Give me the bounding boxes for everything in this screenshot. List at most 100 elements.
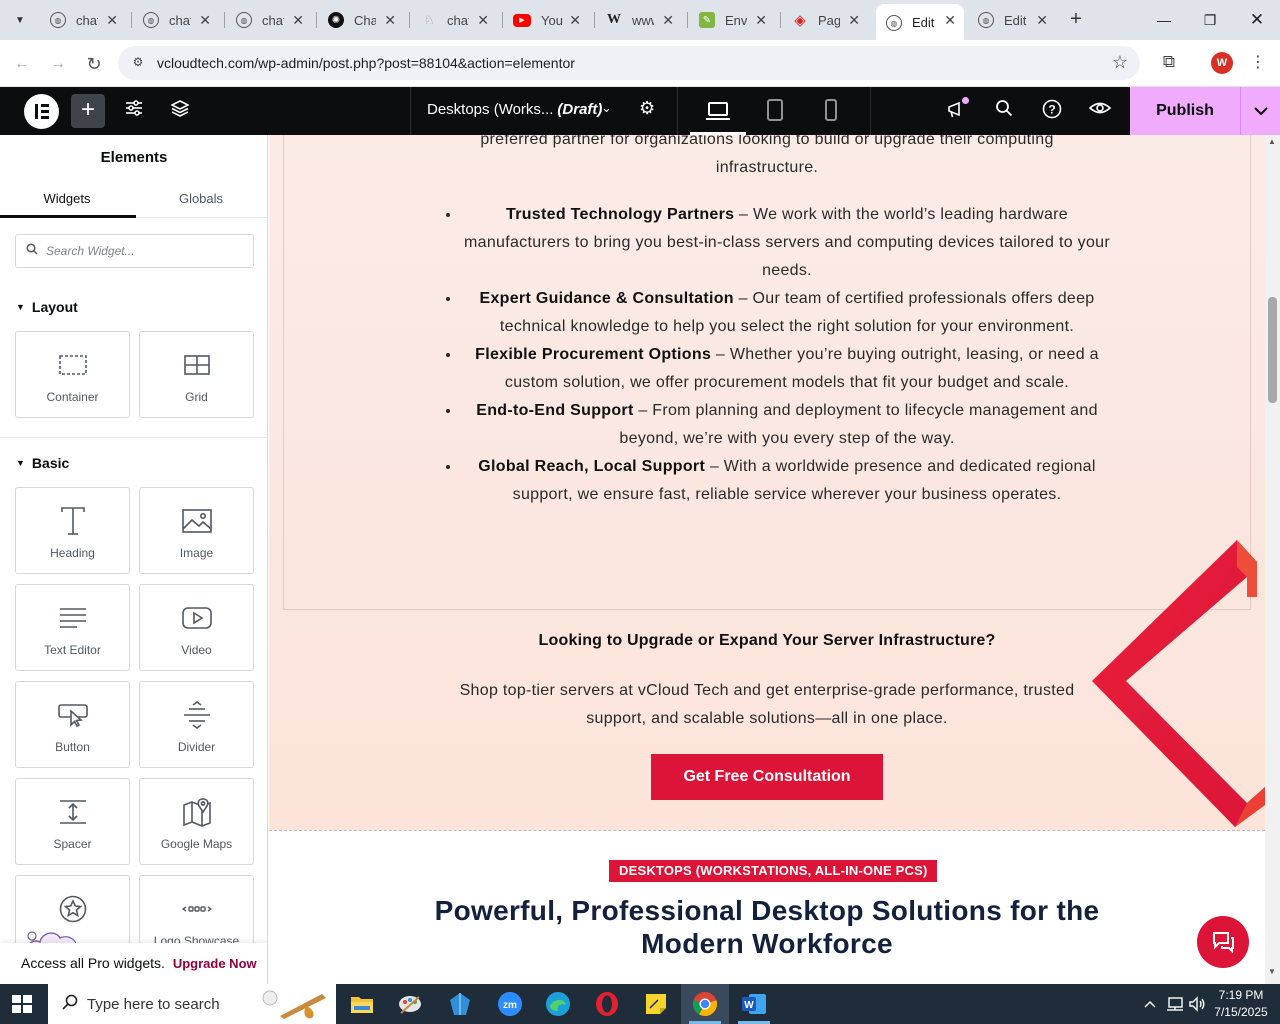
category-layout[interactable]: ▼ Layout [16, 299, 78, 315]
browser-tab[interactable]: ✎ Enva ✕ [689, 6, 775, 34]
widget-text-editor[interactable]: Text Editor [15, 584, 130, 671]
help-icon[interactable]: ? [1040, 99, 1064, 123]
chrome-browser-icon[interactable] [681, 984, 729, 1024]
scroll-up-arrow-icon[interactable]: ▲ [1268, 137, 1276, 146]
preview-eye-icon[interactable] [1088, 99, 1112, 123]
chat-icon [1213, 932, 1234, 954]
restore-icon[interactable]: ❐ [1187, 0, 1233, 40]
profile-avatar[interactable]: W [1211, 52, 1233, 74]
tab-widgets[interactable]: Widgets [0, 191, 134, 206]
publish-options-chevron-icon[interactable] [1240, 87, 1280, 135]
elementor-logo-icon[interactable] [24, 94, 59, 129]
sticky-notes-icon[interactable] [632, 984, 680, 1024]
document-title-dropdown[interactable]: Desktops (Works... (Draft) ⌄ ⚙ [410, 87, 678, 135]
reload-icon[interactable]: ↻ [82, 52, 106, 76]
widget-grid[interactable]: Grid [139, 331, 254, 418]
tablet-view-icon[interactable] [763, 99, 787, 123]
close-tab-icon[interactable]: ✕ [1036, 12, 1048, 29]
page-settings-gear-icon[interactable]: ⚙ [639, 98, 655, 119]
app-diamond-icon[interactable] [436, 984, 484, 1024]
close-tab-icon[interactable]: ✕ [477, 12, 489, 29]
network-icon[interactable] [1164, 984, 1186, 1024]
browser-menu-icon[interactable]: ⋮ [1250, 52, 1266, 74]
close-tab-icon[interactable]: ✕ [199, 12, 211, 29]
bookmark-star-icon[interactable]: ☆ [1112, 52, 1128, 73]
file-explorer-icon[interactable] [338, 984, 386, 1024]
scroll-down-arrow-icon[interactable]: ▼ [1268, 967, 1276, 976]
system-clock[interactable]: 7:19 PM 7/15/2025 [1206, 987, 1276, 1021]
close-tab-icon[interactable]: ✕ [292, 12, 304, 29]
structure-layers-icon[interactable] [168, 99, 192, 123]
volume-speaker-icon[interactable] [1186, 984, 1208, 1024]
browser-tab[interactable]: W www ✕ [596, 6, 682, 34]
widget-image[interactable]: Image [139, 487, 254, 574]
close-tab-icon[interactable]: ✕ [106, 12, 118, 29]
paint-app-icon[interactable] [386, 984, 434, 1024]
minimize-icon[interactable]: — [1141, 0, 1187, 40]
chevron-down-icon[interactable]: ⌄ [601, 100, 612, 116]
browser-tab[interactable]: ◍ Edit ✕ [968, 6, 1056, 34]
chat-bubble-button[interactable] [1197, 916, 1249, 968]
widget-button[interactable]: Button [15, 681, 130, 768]
browser-tab[interactable]: ◍ chat ✕ [226, 6, 312, 34]
close-tab-icon[interactable]: ✕ [755, 12, 767, 29]
search-icon[interactable] [992, 99, 1016, 123]
widget-divider[interactable]: Divider [139, 681, 254, 768]
get-free-consultation-button[interactable]: Get Free Consultation [651, 754, 883, 800]
category-basic[interactable]: ▼ Basic [16, 455, 69, 471]
why-choose-section[interactable]: preferred partner for organizations look… [269, 135, 1265, 831]
scrollbar-thumb[interactable] [1268, 297, 1277, 403]
widget-google-maps[interactable]: Google Maps [139, 778, 254, 865]
close-tab-icon[interactable]: ✕ [569, 12, 581, 29]
widget-video[interactable]: Video [139, 584, 254, 671]
desktops-section[interactable]: DESKTOPS (WORKSTATIONS, ALL-IN-ONE PCS) … [269, 832, 1265, 984]
show-hidden-icons-chevron-icon[interactable] [1140, 984, 1160, 1024]
browser-tab[interactable]: ✺ Cha ✕ [318, 6, 404, 34]
widget-container[interactable]: Container [15, 331, 130, 418]
tab-title: Pag [818, 12, 840, 28]
document-status: (Draft) [557, 101, 603, 118]
close-window-icon[interactable]: ✕ [1234, 0, 1280, 40]
close-tab-icon[interactable]: ✕ [384, 12, 396, 29]
canvas-scrollbar[interactable]: ▲ ▼ [1265, 135, 1280, 984]
site-settings-icon[interactable]: ⚙ [130, 55, 146, 71]
tab-search-chevron-icon[interactable]: ▼ [8, 8, 32, 32]
opera-browser-icon[interactable] [583, 984, 631, 1024]
widget-search-box[interactable] [15, 234, 254, 268]
windows-start-icon[interactable] [12, 995, 32, 1013]
browser-tab[interactable]: ▶ You ✕ [503, 6, 589, 34]
new-tab-plus-icon[interactable]: + [1064, 8, 1088, 32]
tab-separator [131, 12, 132, 28]
widget-spacer[interactable]: Spacer [15, 778, 130, 865]
zoom-app-icon[interactable]: zm [486, 984, 534, 1024]
divider-icon [140, 700, 253, 730]
url-text[interactable]: vcloudtech.com/wp-admin/post.php?post=88… [157, 55, 575, 71]
widget-heading[interactable]: Heading [15, 487, 130, 574]
url-omnibox[interactable]: ⚙ vcloudtech.com/wp-admin/post.php?post=… [118, 46, 1140, 80]
desktop-view-icon[interactable] [706, 99, 730, 123]
browser-tab-active[interactable]: ◍ Edit ✕ [876, 4, 964, 40]
site-settings-sliders-icon[interactable] [122, 99, 146, 123]
widget-search-input[interactable] [46, 242, 246, 260]
back-arrow-icon[interactable]: ← [10, 52, 34, 76]
baseball-bat-illustration-icon [262, 990, 326, 1019]
forward-arrow-icon[interactable]: → [46, 52, 70, 76]
extensions-puzzle-icon[interactable]: ⧉ [1158, 52, 1180, 74]
container-icon [16, 350, 129, 380]
add-element-plus-icon[interactable]: + [71, 94, 105, 128]
publish-button[interactable]: Publish [1130, 87, 1240, 135]
browser-tab[interactable]: ◈ Pag ✕ [782, 6, 868, 34]
browser-tab[interactable]: ◍ chat ✕ [40, 6, 126, 34]
close-tab-icon[interactable]: ✕ [662, 12, 674, 29]
browser-tab[interactable]: ♘ chat ✕ [411, 6, 497, 34]
tab-globals[interactable]: Globals [134, 191, 267, 206]
close-tab-icon[interactable]: ✕ [848, 12, 860, 29]
close-tab-icon[interactable]: ✕ [944, 12, 956, 29]
upgrade-now-link[interactable]: Upgrade Now [173, 956, 257, 971]
mobile-view-icon[interactable] [819, 99, 843, 123]
edge-browser-icon[interactable] [534, 984, 582, 1024]
taskbar-search-box[interactable]: Type here to search [48, 984, 336, 1024]
widget-label: Heading [50, 546, 95, 560]
browser-tab[interactable]: ◍ chat ✕ [133, 6, 219, 34]
word-app-icon[interactable]: W [730, 984, 778, 1024]
